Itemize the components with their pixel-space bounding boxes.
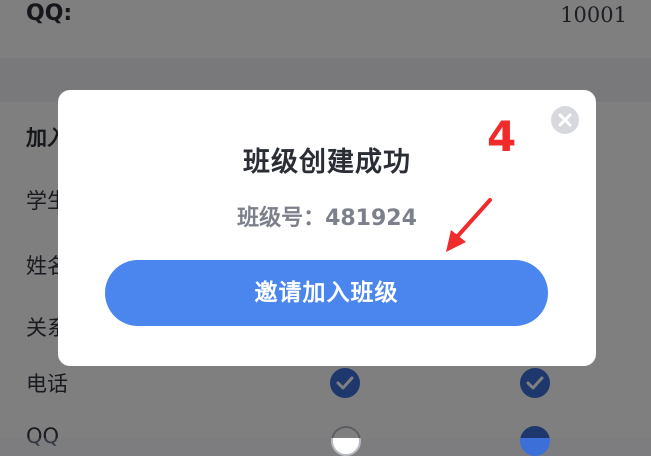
close-button[interactable] <box>551 106 579 134</box>
red-arrow-icon <box>446 198 492 252</box>
class-number: 班级号：481924 <box>237 206 417 231</box>
close-icon <box>558 113 572 127</box>
step-number-annotation: 4 <box>487 112 517 161</box>
invite-join-class-button[interactable]: 邀请加入班级 <box>105 260 548 326</box>
